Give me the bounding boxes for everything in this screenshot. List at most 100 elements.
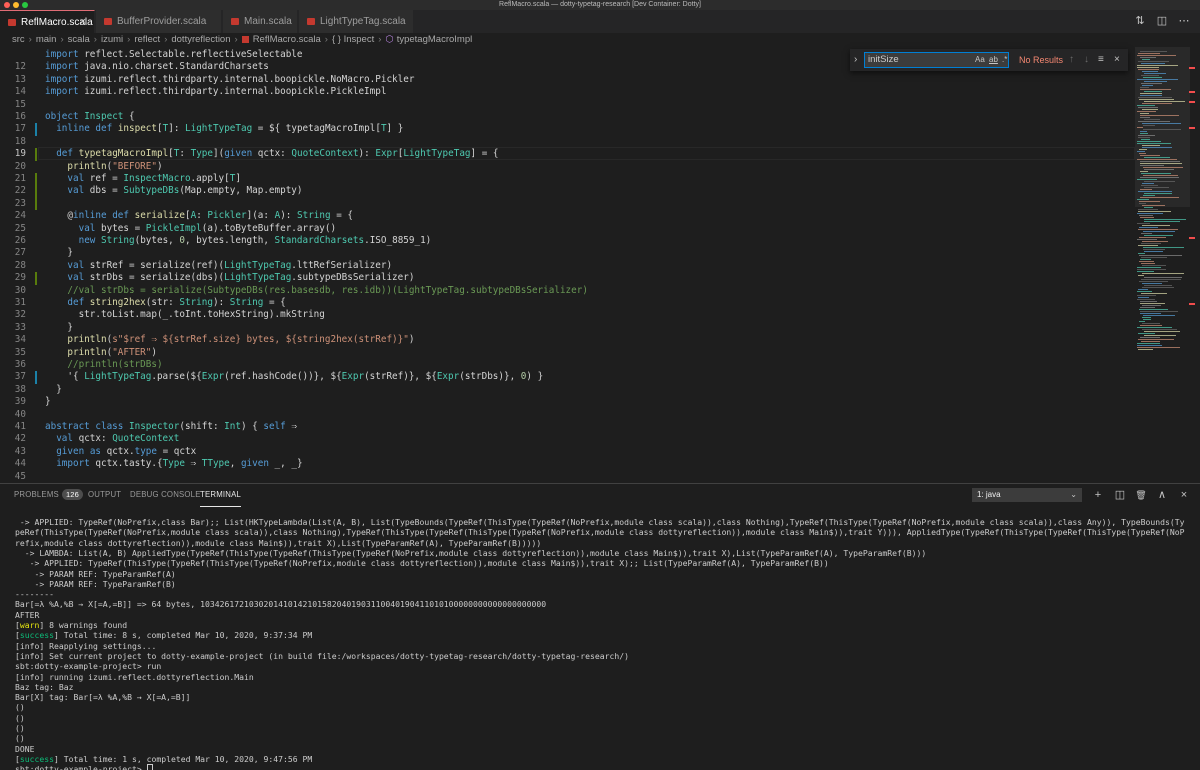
minimap-line [1143,315,1175,316]
more-actions-icon[interactable]: ⋯ [1177,15,1191,28]
match-whole-word-icon[interactable]: ab [989,52,998,68]
terminal-line: AFTER [15,609,40,620]
find-status: No Results [1019,55,1064,65]
tab-output[interactable]: OUTPUT [88,484,121,506]
gutter-change-marker[interactable] [35,148,37,161]
code-line[interactable]: } [45,247,73,258]
code-line[interactable]: str.toList.map(_.toInt.toHexString).mkSt… [45,309,325,320]
minimap-line [1137,267,1161,268]
code-line[interactable]: import java.nio.charset.StandardCharsets [45,61,269,72]
minimap-line [1143,195,1155,196]
code-line[interactable]: def string2hex(str: String): String = { [45,297,285,308]
minimap-line [1140,171,1148,172]
tab-terminal[interactable]: TERMINAL [200,484,242,507]
code-line[interactable]: import qctx.tasty.{Type ⇒ TType, given _… [45,458,302,469]
code-line[interactable]: val qctx: QuoteContext [45,433,179,444]
close-find-icon[interactable]: × [1114,49,1120,71]
code-line[interactable]: abstract class Inspector(shift: Int) { s… [45,421,297,432]
terminal-line: -------- [15,589,54,600]
minimap-line [1140,89,1171,90]
split-terminal-icon[interactable]: ◫ [1113,488,1127,502]
find-in-selection-icon[interactable]: ≡ [1098,49,1104,71]
open-changes-icon[interactable]: ⇅ [1133,15,1147,28]
breadcrumb-item[interactable]: izumi [101,34,123,45]
code-line[interactable]: @inline def serialize[A: Pickler](a: A):… [45,210,353,221]
code-line[interactable]: val strRef = serialize(ref)(LightTypeTag… [45,260,392,271]
minimap-line [1144,119,1160,120]
code-line[interactable]: import izumi.reflect.thirdparty.internal… [45,74,414,85]
breadcrumb-item[interactable]: reflect [134,34,160,45]
minimap-line [1141,341,1160,342]
breadcrumb-item[interactable]: src [12,34,25,45]
terminal-select[interactable]: 1: java ⌄ [972,488,1082,502]
code-editor[interactable]: import reflect.Selectable.reflectiveSele… [0,47,1135,483]
terminal-line: Bar[=λ %A,%B → X[=A,=B]] => 64 bytes, 10… [15,599,547,610]
terminal-line: [success] Total time: 8 s, completed Mar… [15,630,313,641]
gutter-change-marker[interactable] [35,173,37,211]
toggle-replace-icon[interactable]: › [854,49,857,71]
minimap-line [1142,241,1168,242]
code-line[interactable]: val ref = InspectMacro.apply[T] [45,173,241,184]
tab-debug-console[interactable]: DEBUG CONSOLE [130,484,201,506]
breadcrumb-item[interactable]: { } Inspect [332,34,374,45]
code-line[interactable]: val dbs = SubtypeDBs(Map.empty, Map.empt… [45,185,302,196]
breadcrumb-item[interactable]: ReflMacro.scala [253,34,321,45]
code-line[interactable]: //println(strDBs) [45,359,162,370]
code-line[interactable]: println("AFTER") [45,347,157,358]
minimap-line [1137,239,1157,240]
tab-main[interactable]: Main.scala [223,10,298,33]
code-line[interactable]: val bytes = PickleImpl(a).toByteBuffer.a… [45,223,337,234]
code-line[interactable]: } [45,396,51,407]
code-line[interactable]: given as qctx.type = qctx [45,446,196,457]
close-tab-icon[interactable]: × [80,11,86,34]
minimap-line [1138,137,1150,138]
code-line[interactable]: import reflect.Selectable.reflectiveSele… [45,49,302,60]
code-line[interactable]: } [45,384,62,395]
code-line[interactable]: def typetagMacroImpl[T: Type](given qctx… [45,148,498,159]
breadcrumb-item[interactable]: typetagMacroImpl [397,34,473,45]
breadcrumb-item[interactable]: scala [68,34,90,45]
line-number: 26 [14,235,26,246]
minimap-line [1139,149,1147,150]
code-line[interactable]: println(s"$ref ⇒ ${strRef.size} bytes, $… [45,334,414,345]
breadcrumb-item[interactable]: dottyreflection [171,34,230,45]
tab-reflmacro[interactable]: ReflMacro.scala × [0,10,95,33]
tab-lighttypetag[interactable]: LightTypeTag.scala [299,10,414,33]
minimap-line [1137,179,1157,180]
match-case-icon[interactable]: Aa [975,52,985,68]
minimap-line [1137,345,1162,346]
code-line[interactable]: inline def inspect[T]: LightTypeTag = ${… [45,123,403,134]
code-line[interactable]: new String(bytes, 0, bytes.length, Stand… [45,235,432,246]
previous-match-icon[interactable]: ↑ [1069,49,1074,71]
breadcrumb-item[interactable]: main [36,34,57,45]
split-editor-icon[interactable]: ◫ [1155,15,1169,28]
gutter-change-marker[interactable] [35,371,37,384]
gutter-change-marker[interactable] [35,123,37,136]
close-panel-icon[interactable]: × [1177,488,1191,502]
code-line[interactable]: '{ LightTypeTag.parse(${Expr(ref.hashCod… [45,371,543,382]
code-line[interactable]: import izumi.reflect.thirdparty.internal… [45,86,386,97]
code-line[interactable]: val strDbs = serialize(dbs)(LightTypeTag… [45,272,414,283]
minimap-line [1138,209,1158,210]
find-input[interactable]: initSize [864,52,1009,68]
maximize-panel-icon[interactable]: ∧ [1155,488,1169,502]
tab-problems[interactable]: PROBLEMS 126 [14,484,84,506]
next-match-icon[interactable]: ↓ [1084,49,1089,71]
minimap-line [1141,173,1171,174]
code-line[interactable]: //val strDbs = serialize(SubtypeDBs(res.… [45,285,588,296]
tab-label: OUTPUT [88,490,122,499]
terminal-output[interactable]: -> APPLIED: TypeRef(NoPrefix,class Bar);… [0,514,1200,770]
minimap-line [1144,221,1180,222]
tab-bufferprovider[interactable]: BufferProvider.scala [96,10,222,33]
terminal-line: sbt:dotty-example-project> run [15,661,162,672]
minimap-line [1144,335,1176,336]
kill-terminal-icon[interactable]: 🗑 [1134,488,1148,502]
code-line[interactable]: } [45,322,73,333]
new-terminal-icon[interactable]: + [1091,488,1105,502]
minimap[interactable] [1135,47,1200,483]
code-line[interactable]: println("BEFORE") [45,161,162,172]
line-number: 23 [14,197,26,209]
use-regex-icon[interactable]: .* [1002,52,1007,68]
gutter-change-marker[interactable] [35,272,37,285]
code-line[interactable]: object Inspect { [45,111,135,122]
